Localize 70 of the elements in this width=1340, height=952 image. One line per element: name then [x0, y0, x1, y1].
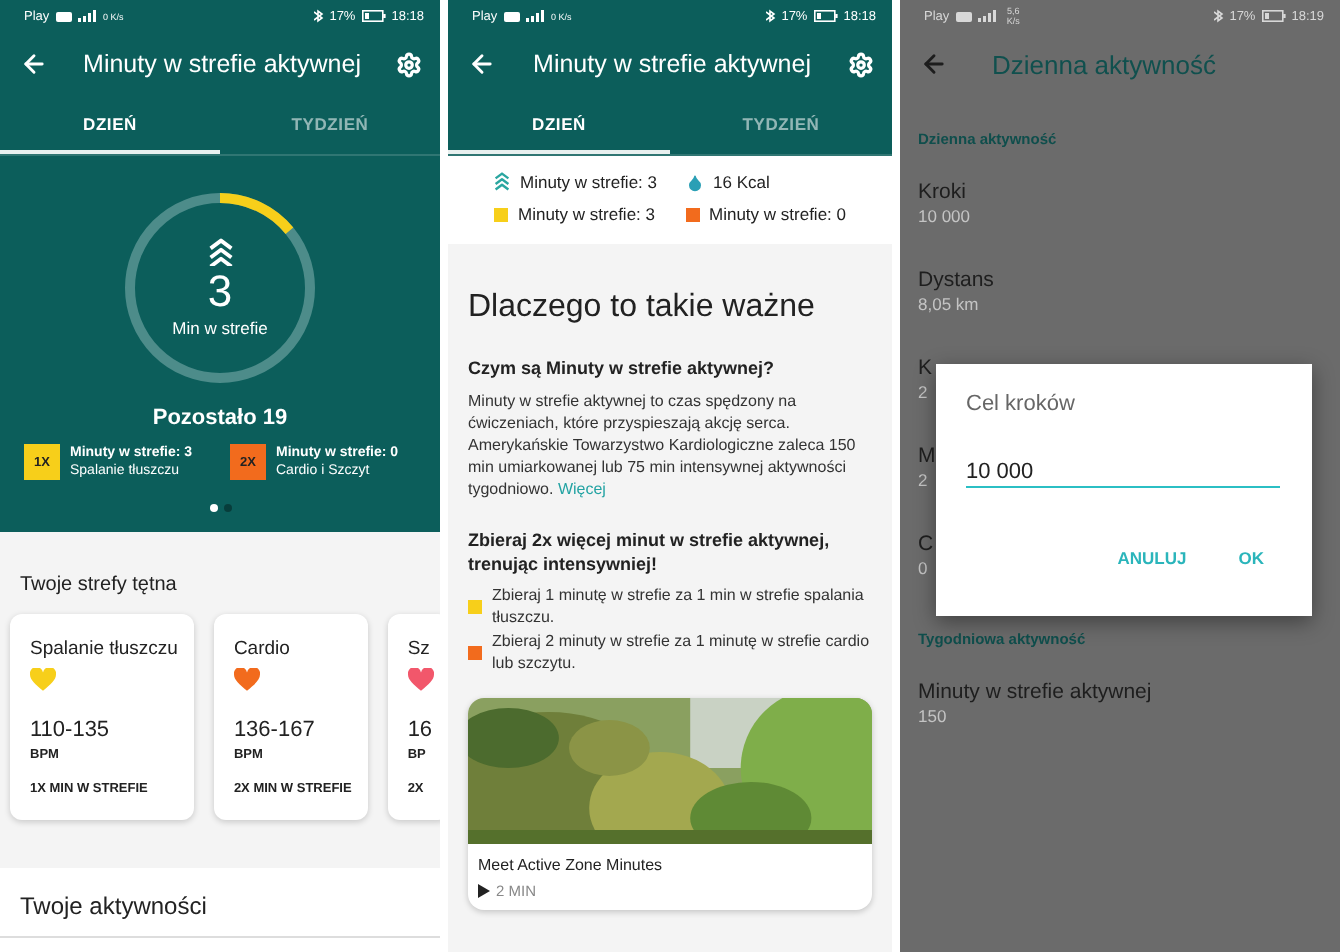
- screen-title: Minuty w strefie aktywnej: [531, 50, 813, 78]
- minutes-value: 3: [207, 270, 233, 315]
- setting-value: 0: [918, 558, 928, 580]
- play-icon: [478, 884, 490, 898]
- setting-label: K: [918, 356, 933, 382]
- tab[interactable]: TYDZIEŃ: [670, 96, 892, 154]
- drop-icon: [685, 173, 703, 191]
- dialog-title: Cel kroków: [966, 392, 1077, 416]
- tip-text: Zbieraj 1 minutę w strefie za 1 min w strefie spalania tłuszczu.: [492, 584, 866, 628]
- setting-label: C: [918, 532, 934, 558]
- signal-icon: [77, 10, 96, 22]
- back-button[interactable]: [920, 50, 948, 78]
- summary-text: Minuty w strefie: 3: [518, 204, 655, 224]
- battery-icon: [813, 10, 838, 22]
- signal-icon: [525, 10, 544, 22]
- sim-icon: [55, 11, 72, 21]
- setting-value: 10 000: [918, 206, 970, 228]
- dialog-button[interactable]: OK: [1238, 548, 1264, 568]
- remaining-text: Pozostało 19: [152, 404, 288, 432]
- screen-title: Dzienna aktywność: [992, 49, 1216, 79]
- setting-label: Kroki: [918, 180, 966, 206]
- tip-text: Zbieraj 2 minuty w strefie za 1 minutę w strefie cardio lub szczytu.: [492, 630, 872, 674]
- zone-minutes-icon: [207, 237, 233, 267]
- bpm-range: 136-167: [233, 718, 317, 742]
- back-button[interactable]: [468, 50, 496, 78]
- back-button[interactable]: [20, 50, 48, 78]
- setting-label: Dystans: [918, 268, 994, 294]
- setting-value: 2: [918, 382, 928, 404]
- tip-heading: Zbieraj 2x więcej minut w strefie aktywnej, trenując intensywniej!: [468, 528, 832, 576]
- setting-value: 2: [918, 470, 928, 492]
- setting-value: 8,05 km: [918, 294, 979, 316]
- bluetooth-icon: [1213, 8, 1224, 24]
- bpm-range: 16: [407, 718, 434, 742]
- bpm-range: 110-135: [30, 718, 112, 742]
- signal-icon: [977, 10, 996, 22]
- sim-icon: [503, 11, 520, 21]
- page-dot[interactable]: [223, 504, 231, 512]
- tab[interactable]: TYDZIEŃ: [220, 96, 440, 154]
- dialog-button[interactable]: ANULUJ: [1117, 548, 1187, 568]
- battery-icon: [361, 10, 386, 22]
- settings-row[interactable]: Minuty w strefie aktywnej 150: [900, 660, 1340, 748]
- settings-row[interactable]: Kroki 10 000: [900, 160, 1340, 248]
- question-heading: Czym są Minuty w strefie aktywnej?: [468, 356, 777, 380]
- settings-row[interactable]: Dystans 8,05 km: [900, 248, 1340, 336]
- zone-name: Spalanie tłuszczu: [30, 638, 178, 660]
- screen-title: Minuty w strefie aktywnej: [81, 50, 363, 78]
- minutes-label: Min w strefie: [172, 318, 268, 339]
- battery-icon: [1261, 10, 1286, 22]
- summary-text: Minuty w strefie: 0: [709, 204, 846, 224]
- setting-label: Minuty w strefie aktywnej: [918, 680, 1152, 706]
- zone-name: Sz: [407, 638, 432, 660]
- setting-label: M: [918, 444, 936, 470]
- setting-value: 150: [918, 706, 947, 728]
- zone-minutes-icon: [494, 172, 510, 192]
- description-text: Minuty w strefie aktywnej to czas spędzony na ćwiczeniach, które przyspieszają akcję serca. Amerykańskie Towarzystwo Kardiologiczne zaleca 150 min umiarkowanej lub 75 min intensywnej aktywności tygodniowo. Więcej: [468, 390, 858, 500]
- bluetooth-icon: [765, 8, 776, 24]
- section-heading: Dlaczego to takie ważne: [468, 288, 817, 328]
- more-link[interactable]: Więcej: [557, 480, 606, 498]
- settings-button[interactable]: [848, 51, 874, 77]
- zone-name: Cardio: [233, 638, 292, 660]
- settings-button[interactable]: [396, 51, 422, 77]
- video-title: Meet Active Zone Minutes: [478, 856, 665, 874]
- section-heading: Twoje aktywności: [20, 892, 207, 920]
- sim-icon: [955, 11, 972, 21]
- bluetooth-icon: [313, 8, 324, 24]
- summary-text: Minuty w strefie: 3: [520, 172, 657, 192]
- steps-input-field[interactable]: 10 000: [966, 460, 1280, 488]
- summary-text: 16 Kcal: [713, 172, 770, 192]
- section-heading: Twoje strefy tętna: [18, 572, 179, 600]
- page-dot[interactable]: [209, 504, 217, 512]
